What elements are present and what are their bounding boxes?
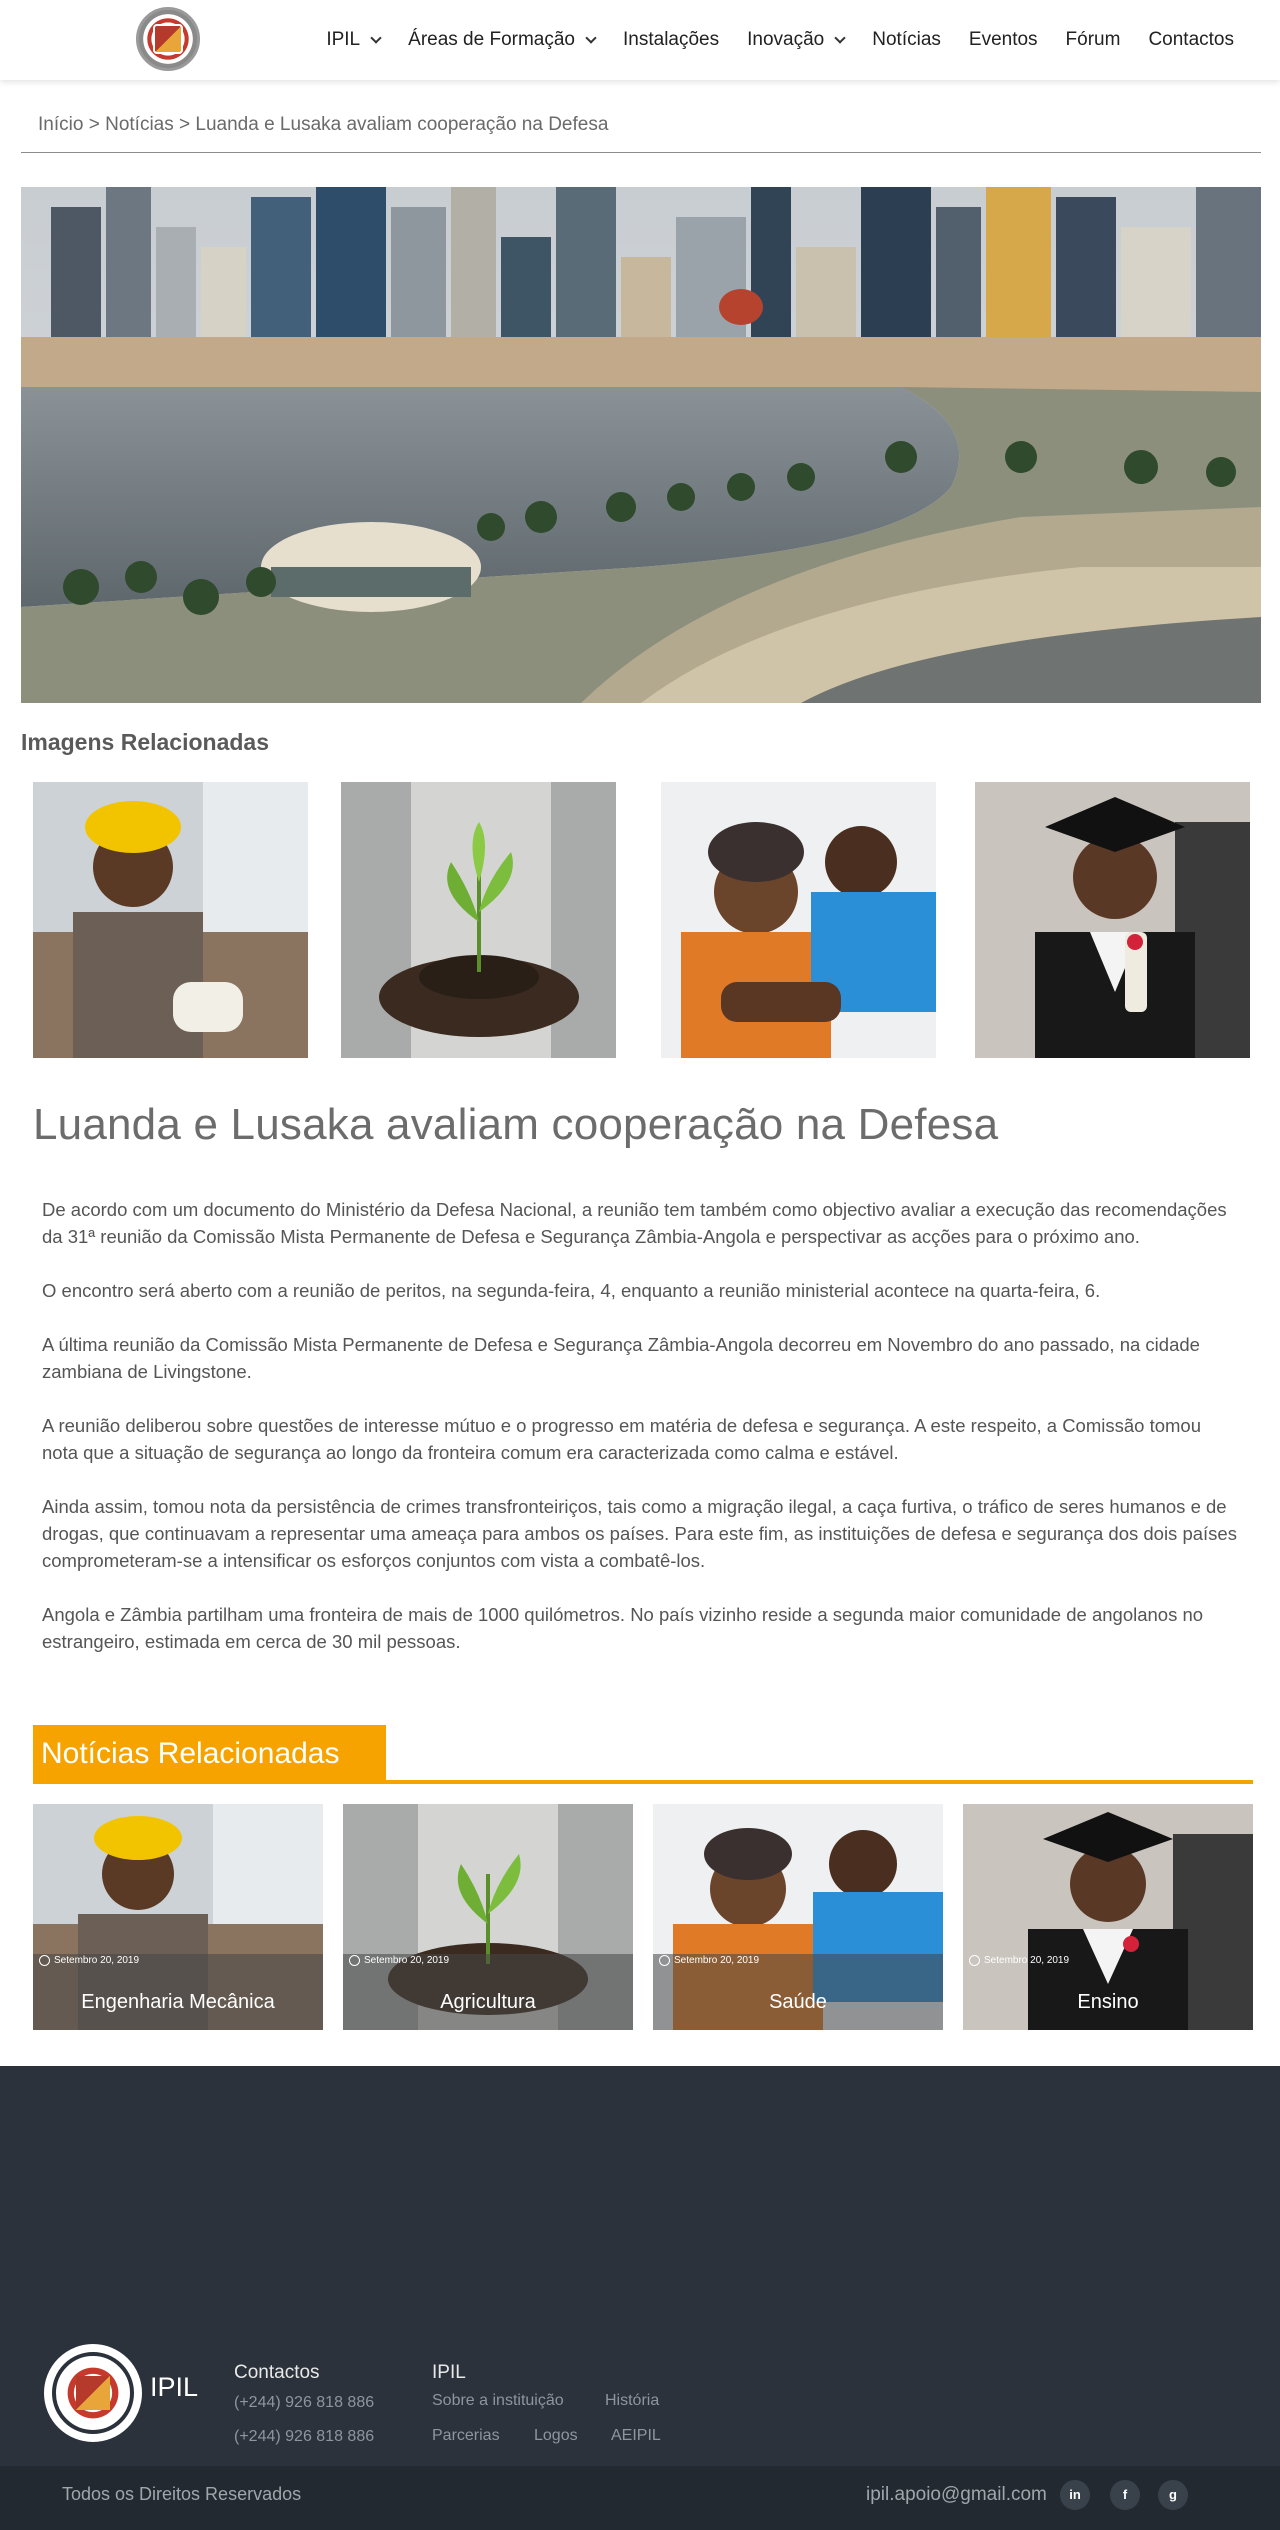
related-image-engineer[interactable] bbox=[33, 782, 308, 1058]
related-image-health[interactable] bbox=[661, 782, 936, 1058]
footer-link-logos[interactable]: Logos bbox=[534, 2427, 578, 2445]
card-label: Engenharia Mecânica bbox=[81, 1991, 275, 2013]
nav-item-eventos[interactable]: Eventos bbox=[955, 29, 1052, 51]
footer-logo[interactable] bbox=[44, 2344, 142, 2442]
breadcrumb-separator: > bbox=[179, 114, 191, 135]
nav-item-areas[interactable]: Áreas de Formação bbox=[394, 29, 609, 51]
footer-ipil-title: IPIL bbox=[432, 2362, 466, 2383]
related-image-plant[interactable] bbox=[341, 782, 616, 1058]
footer-email[interactable]: ipil.apoio@gmail.com bbox=[866, 2484, 1047, 2506]
card-date-text: Setembro 20, 2019 bbox=[984, 1955, 1070, 1966]
ipil-logo[interactable] bbox=[136, 7, 200, 71]
card-date: Setembro 20, 2019 bbox=[39, 1955, 139, 1966]
footer-link-parcerias[interactable]: Parcerias bbox=[432, 2427, 500, 2445]
card-date-text: Setembro 20, 2019 bbox=[364, 1955, 450, 1966]
related-news-underline bbox=[33, 1780, 1253, 1784]
nav-item-inovacao[interactable]: Inovação bbox=[733, 29, 858, 51]
nav-label: Notícias bbox=[872, 29, 941, 50]
card-date: Setembro 20, 2019 bbox=[969, 1955, 1069, 1966]
footer-phone[interactable]: (+244) 926 818 886 bbox=[234, 2394, 374, 2412]
article-body: De acordo com um documento do Ministério… bbox=[42, 1196, 1242, 1682]
nav-label: Instalações bbox=[623, 29, 720, 50]
clock-icon bbox=[969, 1955, 980, 1966]
breadcrumb-home-link[interactable]: Início bbox=[38, 114, 83, 135]
card-label: Agricultura bbox=[440, 1991, 536, 2013]
breadcrumb-section-link[interactable]: Notícias bbox=[105, 114, 174, 135]
article-paragraph: De acordo com um documento do Ministério… bbox=[42, 1199, 1227, 1247]
breadcrumb: Início > Notícias > Luanda e Lusaka aval… bbox=[38, 114, 608, 136]
nav-item-noticias[interactable]: Notícias bbox=[858, 29, 955, 51]
card-date: Setembro 20, 2019 bbox=[349, 1955, 449, 1966]
card-label: Ensino bbox=[1077, 1991, 1139, 2013]
nav-label: Fórum bbox=[1065, 29, 1121, 50]
copyright-text: Todos os Direitos Reservados bbox=[62, 2484, 302, 2504]
nav-item-ipil[interactable]: IPIL bbox=[312, 29, 394, 51]
news-card-ensino[interactable]: Setembro 20, 2019 Ensino bbox=[963, 1804, 1253, 2030]
nav-label: Eventos bbox=[968, 29, 1038, 50]
related-image-graduate[interactable] bbox=[975, 782, 1250, 1058]
breadcrumb-current: Luanda e Lusaka avaliam cooperação na De… bbox=[195, 114, 609, 135]
nav-label: Áreas de Formação bbox=[408, 29, 575, 50]
footer-link-historia[interactable]: História bbox=[605, 2392, 659, 2410]
clock-icon bbox=[349, 1955, 360, 1966]
hero-image bbox=[21, 187, 1261, 703]
footer-link-aeipil[interactable]: AEIPIL bbox=[611, 2427, 661, 2445]
nav-label: Contactos bbox=[1148, 29, 1234, 50]
card-date-text: Setembro 20, 2019 bbox=[674, 1955, 760, 1966]
nav-item-forum[interactable]: Fórum bbox=[1052, 29, 1135, 51]
related-news-title: Notícias Relacionadas bbox=[33, 1725, 386, 1783]
facebook-icon[interactable]: f bbox=[1110, 2480, 1140, 2510]
article-title: Luanda e Lusaka avaliam cooperação na De… bbox=[33, 1100, 999, 1149]
card-date: Setembro 20, 2019 bbox=[659, 1955, 759, 1966]
linkedin-icon[interactable]: in bbox=[1060, 2480, 1090, 2510]
article-paragraph: Ainda assim, tomou nota da persistência … bbox=[42, 1496, 1237, 1571]
site-header: IPIL Áreas de Formação Instalações Inova… bbox=[0, 0, 1280, 80]
news-card-engenharia[interactable]: Setembro 20, 2019 Engenharia Mecânica bbox=[33, 1804, 323, 2030]
breadcrumb-divider bbox=[21, 152, 1261, 153]
nav-item-instalacoes[interactable]: Instalações bbox=[609, 29, 733, 51]
article-paragraph: A reunião deliberou sobre questões de in… bbox=[42, 1415, 1201, 1463]
footer-link-sobre[interactable]: Sobre a instituição bbox=[432, 2392, 564, 2410]
nav-label: IPIL bbox=[326, 29, 361, 50]
card-label: Saúde bbox=[769, 1991, 827, 2013]
chevron-down-icon bbox=[834, 32, 846, 44]
nav-label: Inovação bbox=[747, 29, 825, 50]
footer-brand: IPIL bbox=[150, 2372, 199, 2402]
clock-icon bbox=[659, 1955, 670, 1966]
chevron-down-icon bbox=[585, 32, 597, 44]
google-icon[interactable]: g bbox=[1158, 2480, 1188, 2510]
chevron-down-icon bbox=[370, 32, 382, 44]
breadcrumb-separator: > bbox=[88, 114, 100, 135]
footer-contacts-title: Contactos bbox=[234, 2362, 320, 2383]
article-paragraph: A última reunião da Comissão Mista Perma… bbox=[42, 1334, 1200, 1382]
news-card-agricultura[interactable]: Setembro 20, 2019 Agricultura bbox=[343, 1804, 633, 2030]
news-card-saude[interactable]: Setembro 20, 2019 Saúde bbox=[653, 1804, 943, 2030]
main-nav: IPIL Áreas de Formação Instalações Inova… bbox=[312, 0, 1248, 80]
article-paragraph: Angola e Zâmbia partilham uma fronteira … bbox=[42, 1604, 1204, 1652]
footer-phone[interactable]: (+244) 926 818 886 bbox=[234, 2428, 374, 2446]
article-paragraph: O encontro será aberto com a reunião de … bbox=[42, 1280, 1101, 1301]
related-images-title: Imagens Relacionadas bbox=[21, 729, 269, 755]
card-date-text: Setembro 20, 2019 bbox=[54, 1955, 140, 1966]
nav-item-contactos[interactable]: Contactos bbox=[1134, 29, 1248, 51]
clock-icon bbox=[39, 1955, 50, 1966]
